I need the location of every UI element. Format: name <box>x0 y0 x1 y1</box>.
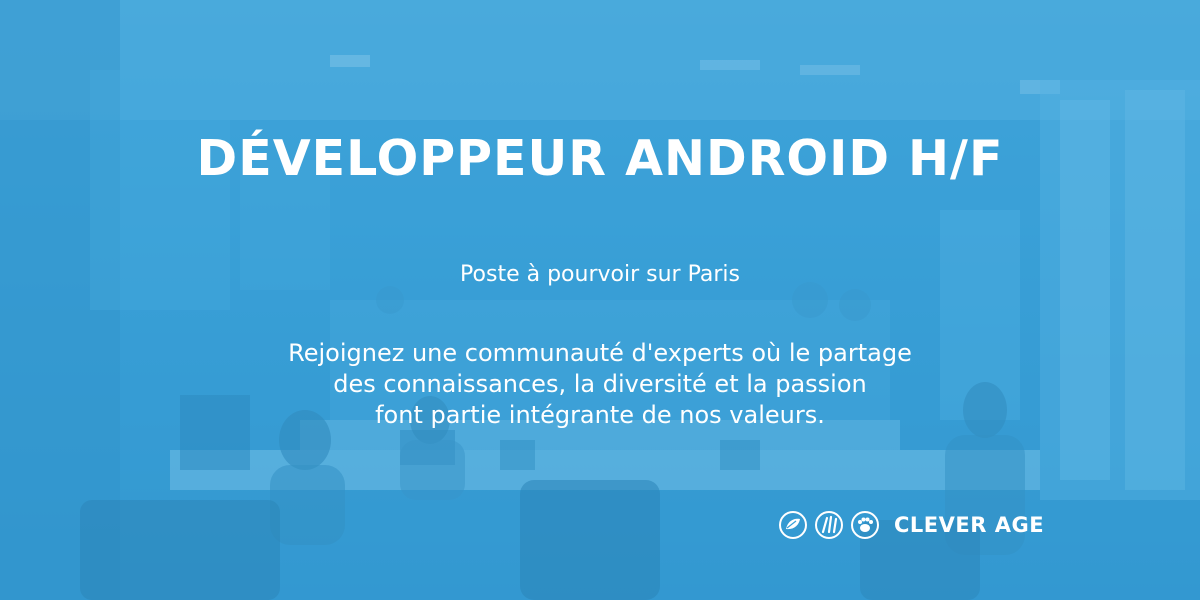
job-pitch: Rejoignez une communauté d'experts où le… <box>0 338 1200 431</box>
pitch-line: Rejoignez une communauté d'experts où le… <box>288 339 912 367</box>
clever-age-logo: CLEVER AGE <box>778 505 1044 545</box>
job-banner: DÉVELOPPEUR ANDROID H/F Poste à pourvoir… <box>0 0 1200 600</box>
job-location: Poste à pourvoir sur Paris <box>460 262 740 287</box>
leaf-circle-icon <box>778 510 808 540</box>
logo-text: CLEVER AGE <box>894 513 1045 537</box>
pitch-line: des connaissances, la diversité et la pa… <box>333 370 867 398</box>
pitch-line: font partie intégrante de nos valeurs. <box>375 401 825 429</box>
job-title: DÉVELOPPEUR ANDROID H/F <box>196 130 1004 187</box>
wheat-circle-icon <box>814 510 844 540</box>
paw-circle-icon <box>850 510 880 540</box>
